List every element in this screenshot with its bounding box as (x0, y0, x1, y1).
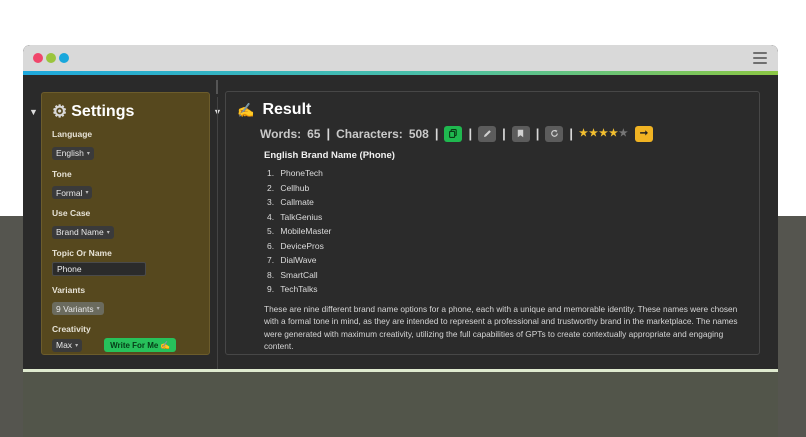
bookmark-button[interactable] (511, 125, 530, 142)
divider: | (434, 126, 439, 141)
characters-label: Characters: (336, 126, 403, 141)
list-item: 3. Callmate (267, 197, 314, 207)
star-icon[interactable]: ★ (589, 128, 599, 139)
brand-name-list: 1. PhoneTech 2. Cellhub 3. Callmate 4. T… (267, 168, 748, 299)
creativity-row: Max ▾ Write For Me ✍ (52, 338, 199, 352)
star-icon[interactable]: ★ (599, 128, 609, 139)
refresh-icon (551, 129, 558, 137)
tone-select[interactable]: Formal ▾ (52, 186, 93, 199)
list-item: 4. TalkGenius (267, 211, 323, 222)
write-for-me-label: Write For Me (110, 340, 159, 350)
language-select[interactable]: English ▾ (52, 146, 94, 160)
lower-panel (23, 372, 778, 437)
result-title: ✍ Result (237, 101, 748, 119)
variants-select[interactable]: 9 Variants ▾ (52, 302, 104, 315)
next-button[interactable]: ➞ (634, 125, 653, 142)
divider: | (569, 126, 574, 141)
topic-input[interactable] (52, 261, 146, 276)
bookmark-icon (518, 129, 524, 138)
words-label: Words: (260, 126, 302, 141)
settings-collapse-toggle-icon[interactable]: ▼ (29, 107, 38, 117)
arrow-right-icon: ➞ (639, 128, 649, 139)
main-content: ▼ ▼ ⚙ Settings Language English ▾ Tone F… (23, 75, 778, 369)
edit-icon (483, 130, 491, 137)
use-case-select[interactable]: Brand Name ▾ (52, 225, 114, 239)
hamburger-menu-icon[interactable] (753, 52, 767, 64)
gear-icon: ⚙ (52, 102, 68, 121)
chevron-down-icon: ▾ (96, 306, 100, 312)
result-panel: ✍ Result Words: 65 | Characters: 508 | |… (225, 91, 760, 355)
star-icon[interactable]: ★ (579, 128, 589, 139)
chevron-down-icon: ▾ (106, 229, 110, 236)
close-window-icon[interactable] (33, 53, 43, 63)
result-description: These are nine different brand name opti… (264, 303, 738, 352)
copy-button[interactable] (444, 125, 463, 142)
list-item: 9. TechTalks (267, 284, 318, 294)
writing-hand-icon: ✍ (237, 101, 255, 118)
copy-icon (449, 129, 458, 138)
characters-count: 508 (408, 126, 429, 141)
words-count: 65 (307, 126, 321, 141)
write-for-me-button[interactable]: Write For Me ✍ (104, 338, 177, 352)
topic-label: Topic Or Name (52, 247, 112, 258)
use-case-label: Use Case (52, 208, 91, 218)
chevron-down-icon: ▾ (86, 150, 90, 157)
list-item: 2. Cellhub (267, 182, 310, 193)
settings-title-text: Settings (71, 103, 135, 120)
language-label: Language (52, 129, 93, 139)
tone-select-value: Formal (56, 187, 83, 198)
result-stats-bar: Words: 65 | Characters: 508 | | | | | ★★… (260, 125, 748, 142)
settings-panel: ⚙ Settings Language English ▾ Tone Forma… (41, 92, 210, 355)
edit-button[interactable] (478, 125, 497, 142)
creativity-select[interactable]: Max ▾ (52, 338, 83, 352)
settings-title: ⚙ Settings (52, 102, 199, 122)
result-title-text: Result (262, 101, 312, 118)
creativity-label: Creativity (52, 324, 91, 334)
brand-list-heading: English Brand Name (Phone) (264, 150, 395, 161)
panel-splitter[interactable] (217, 97, 218, 369)
maximize-window-icon[interactable] (59, 53, 69, 63)
star-empty-icon[interactable]: ★ (619, 128, 629, 139)
list-item: 8. SmartCall (267, 269, 318, 280)
list-item: 7. DialWave (267, 255, 317, 265)
star-icon[interactable]: ★ (609, 128, 619, 139)
chevron-down-icon: ▾ (85, 190, 89, 196)
list-item: 5. MobileMaster (267, 226, 332, 236)
divider: | (535, 126, 540, 141)
variants-label: Variants (52, 284, 86, 295)
divider: | (502, 126, 506, 141)
divider: | (468, 126, 473, 141)
minimize-window-icon[interactable] (46, 53, 56, 63)
writing-hand-icon: ✍ (160, 340, 171, 350)
language-select-value: English (56, 148, 84, 158)
creativity-select-value: Max (56, 340, 73, 350)
app-window: ▼ ▼ ⚙ Settings Language English ▾ Tone F… (23, 45, 778, 437)
tone-label: Tone (52, 168, 72, 179)
divider: | (326, 126, 331, 141)
regenerate-button[interactable] (545, 125, 564, 142)
variants-select-value: 9 Variants (56, 303, 94, 314)
list-item: 1. PhoneTech (267, 168, 323, 178)
chevron-down-icon: ▾ (75, 342, 79, 349)
list-item: 6. DevicePros (267, 240, 324, 251)
splitter-handle[interactable] (216, 80, 218, 94)
window-titlebar (23, 45, 778, 71)
rating-stars[interactable]: ★★★★★ (579, 128, 629, 139)
use-case-select-value: Brand Name (56, 227, 104, 237)
